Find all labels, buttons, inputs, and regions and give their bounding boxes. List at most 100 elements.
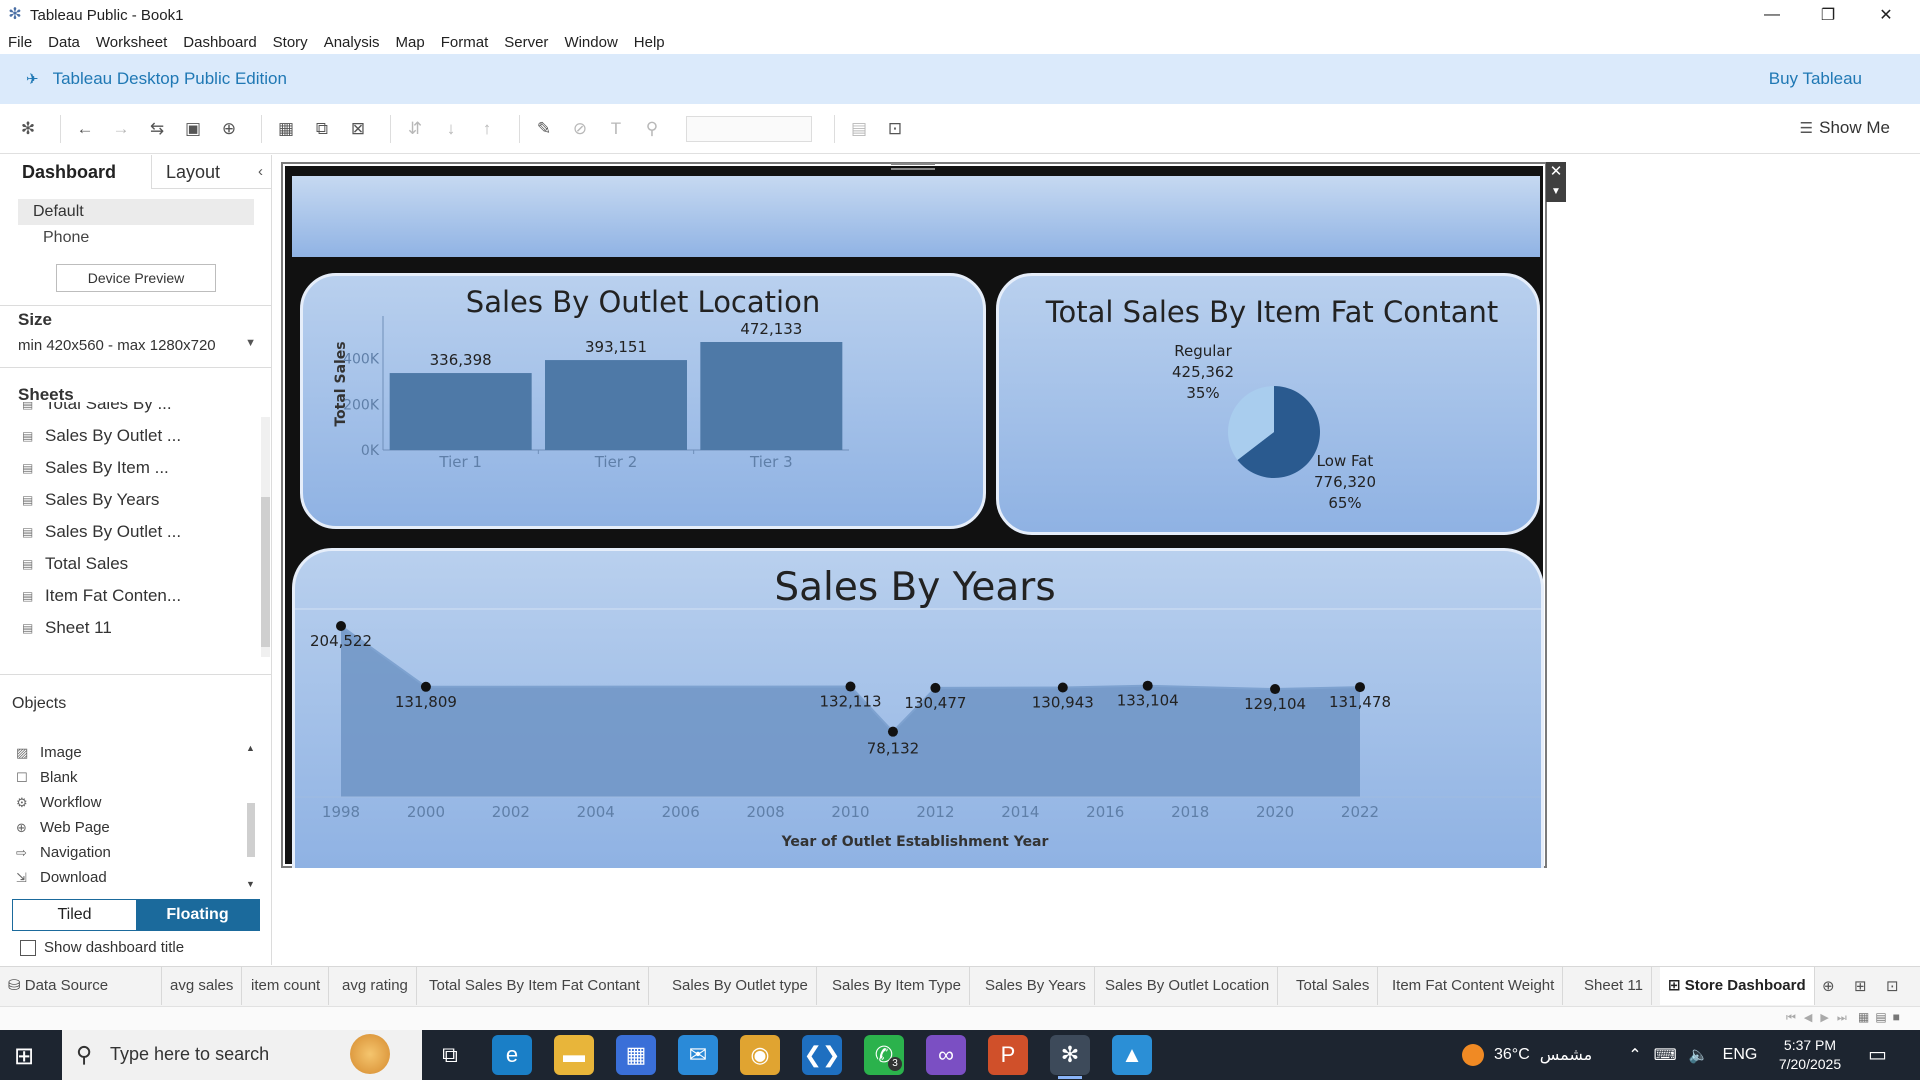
notifications-icon[interactable]: ▭	[1868, 1042, 1887, 1067]
objects-scrollbar[interactable]: ▲ ▼	[246, 741, 256, 889]
sheet-tab[interactable]: avg sales	[162, 967, 243, 1005]
sort-ascending-icon[interactable]: ↓	[437, 115, 465, 143]
presentation-mode-icon[interactable]: ⊡	[881, 115, 909, 143]
sheet-navigation-icons[interactable]: ⏮◀▶⏭	[1786, 1011, 1855, 1025]
show-cards-icon[interactable]: ▤	[845, 115, 873, 143]
total-sales-by-fat-content-panel[interactable]: Total Sales By Item Fat Contant Low Fat 7…	[996, 273, 1540, 535]
weather-description[interactable]: مشمس	[1540, 1045, 1593, 1065]
sheet-list-item[interactable]: ▤ Sales By Years	[18, 484, 258, 516]
sort-descending-icon[interactable]: ↑	[473, 115, 501, 143]
vscode-icon[interactable]: ❮❯	[802, 1035, 842, 1075]
scrollbar-thumb[interactable]	[247, 803, 255, 857]
sheet-list-item[interactable]: ▤ Total Sales By ...	[18, 402, 258, 420]
sheet-tab[interactable]: Sales By Item Type	[824, 967, 970, 1005]
task-view-icon[interactable]: ⧉	[430, 1035, 470, 1075]
windows-start-icon[interactable]: ⊞	[14, 1042, 34, 1071]
visual-studio-icon[interactable]: ∞	[926, 1035, 966, 1075]
data-source-tab[interactable]: ⛁ Data Source	[0, 967, 162, 1005]
photos-icon[interactable]: ▲	[1112, 1035, 1152, 1075]
sheet-list-item[interactable]: ▤ Total Sales	[18, 548, 258, 580]
new-worksheet-icon[interactable]: ⊕	[1822, 977, 1835, 995]
replay-icon[interactable]: ⇆	[143, 115, 171, 143]
menu-format[interactable]: Format	[441, 34, 489, 51]
redo-icon[interactable]: →	[107, 115, 135, 143]
menu-window[interactable]: Window	[564, 34, 617, 51]
object-web-page[interactable]: ⊕ Web Page	[16, 815, 246, 840]
scrollbar-thumb[interactable]	[261, 497, 270, 647]
sales-by-years-panel[interactable]: Sales By Years Year of Outlet Establishm…	[292, 548, 1544, 868]
device-phone[interactable]: Phone	[18, 225, 254, 251]
menu-server[interactable]: Server	[504, 34, 548, 51]
sales-by-outlet-location-panel[interactable]: Sales By Outlet Location Total Sales 0K 2…	[300, 273, 986, 529]
edge-icon[interactable]: e	[492, 1035, 532, 1075]
weather-temp[interactable]: 36°C	[1494, 1046, 1530, 1064]
view-mode-icons[interactable]: ▦▤■	[1858, 1010, 1906, 1024]
object-navigation[interactable]: ⇨ Navigation	[16, 840, 246, 865]
duplicate-sheet-icon[interactable]: ⧉	[308, 115, 336, 143]
mail-icon[interactable]: ✉	[678, 1035, 718, 1075]
sheets-scrollbar[interactable]	[261, 417, 270, 657]
device-default[interactable]: Default	[18, 199, 254, 225]
menu-dashboard[interactable]: Dashboard	[183, 34, 256, 51]
new-worksheet-icon[interactable]: ▦	[272, 115, 300, 143]
sheet-list-item[interactable]: ▤ Sales By Item ...	[18, 452, 258, 484]
tiled-button[interactable]: Tiled	[13, 900, 136, 930]
sheet-tab[interactable]: Total Sales By Item Fat Contant	[421, 967, 649, 1005]
menu-file[interactable]: File	[8, 34, 32, 51]
clear-sheet-icon[interactable]: ⊠	[344, 115, 372, 143]
dashboard-tab-active[interactable]: ⊞ Store Dashboard	[1660, 967, 1815, 1005]
microsoft-store-icon[interactable]: ▦	[616, 1035, 656, 1075]
sheet-list-item[interactable]: ▤ Sales By Outlet ...	[18, 420, 258, 452]
menu-story[interactable]: Story	[273, 34, 308, 51]
save-icon[interactable]: ▣	[179, 115, 207, 143]
buy-tableau-link[interactable]: Buy Tableau	[1769, 69, 1862, 89]
whatsapp-icon[interactable]: ✆ 3	[864, 1035, 904, 1075]
tray-chevron-icon[interactable]: ⌃	[1628, 1045, 1641, 1065]
object-image[interactable]: ▨ Image	[16, 740, 246, 765]
tableau-home-icon[interactable]: ✻	[14, 115, 42, 143]
sheet-tab[interactable]: Sales By Years	[977, 967, 1095, 1005]
sheet-tab[interactable]: Sales By Outlet Location	[1097, 967, 1279, 1005]
move-handle-icon[interactable]	[891, 163, 935, 170]
object-workflow[interactable]: ⚙ Workflow	[16, 790, 246, 815]
menu-data[interactable]: Data	[48, 34, 80, 51]
menu-map[interactable]: Map	[396, 34, 425, 51]
close-window-button[interactable]: ✕	[1858, 0, 1914, 30]
sheet-tab[interactable]: Total Sales	[1288, 967, 1379, 1005]
new-dashboard-icon[interactable]: ⊞	[1854, 977, 1867, 995]
show-dashboard-title-option[interactable]: Show dashboard title	[20, 939, 184, 956]
powerpoint-icon[interactable]: P	[988, 1035, 1028, 1075]
more-options-icon[interactable]: ▼	[1546, 182, 1566, 202]
sheet-list-item[interactable]: ▤ Sheet 11	[18, 612, 258, 644]
size-dropdown[interactable]: min 420x560 - max 1280x720 ▼	[18, 337, 256, 354]
minimize-button[interactable]: —	[1744, 0, 1800, 30]
file-explorer-icon[interactable]: ▬	[554, 1035, 594, 1075]
collapse-panel-icon[interactable]: ‹	[258, 163, 263, 180]
tab-layout[interactable]: Layout	[166, 155, 220, 189]
clock[interactable]: 5:37 PM 7/20/2025	[1770, 1036, 1850, 1074]
undo-icon[interactable]: ←	[71, 115, 99, 143]
fit-dropdown[interactable]	[686, 115, 812, 142]
new-story-icon[interactable]: ⊡	[1886, 977, 1899, 995]
object-blank[interactable]: ☐ Blank	[16, 765, 246, 790]
highlight-icon[interactable]: ✎	[530, 115, 558, 143]
group-icon[interactable]: ⊘	[566, 115, 594, 143]
show-labels-icon[interactable]: T	[602, 115, 630, 143]
sheet-tab[interactable]: Sales By Outlet type	[664, 967, 817, 1005]
taskbar-search[interactable]: ⚲ Type here to search	[62, 1030, 422, 1080]
sheet-tab[interactable]: item count	[243, 967, 330, 1005]
volume-icon[interactable]: 🔈	[1689, 1045, 1709, 1065]
new-data-source-icon[interactable]: ⊕	[215, 115, 243, 143]
sheet-tab[interactable]: Item Fat Content Weight	[1384, 967, 1564, 1005]
remove-object-icon[interactable]: ✕	[1546, 162, 1566, 182]
tableau-taskbar-icon[interactable]: ✻	[1050, 1035, 1090, 1079]
network-icon[interactable]: ⌨	[1654, 1045, 1677, 1065]
scroll-up-icon[interactable]: ▲	[246, 743, 255, 753]
sheet-list-item[interactable]: ▤ Item Fat Conten...	[18, 580, 258, 612]
menu-help[interactable]: Help	[634, 34, 665, 51]
scroll-down-icon[interactable]: ▼	[246, 879, 255, 889]
object-download[interactable]: ⇲ Download	[16, 865, 246, 890]
show-title-checkbox[interactable]	[20, 939, 36, 956]
sheet-list-item[interactable]: ▤ Sales By Outlet ...	[18, 516, 258, 548]
floating-button[interactable]: Floating	[136, 900, 259, 930]
